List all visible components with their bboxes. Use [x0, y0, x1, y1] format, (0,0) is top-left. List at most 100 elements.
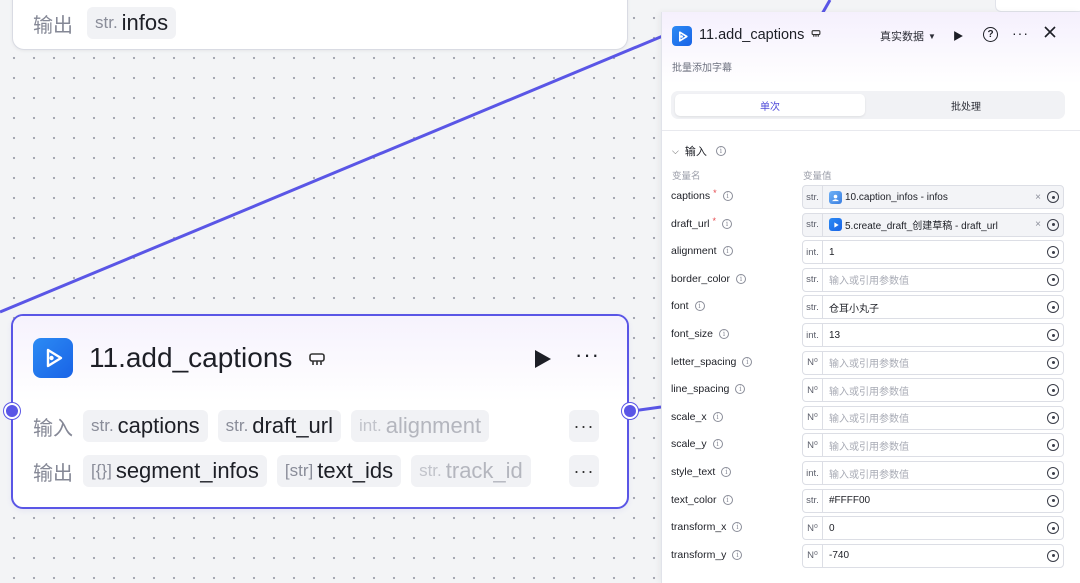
- param-input-value[interactable]: 输入或引用参数值: [823, 383, 1045, 398]
- reference-variable-icon[interactable]: [1047, 549, 1059, 562]
- reference-variable-icon[interactable]: [1047, 467, 1059, 479]
- reference-variable-icon[interactable]: [1047, 191, 1059, 203]
- param-value-text: 5.create_draft_创建草稿 - draft_url: [845, 221, 998, 233]
- info-icon[interactable]: i: [712, 439, 723, 450]
- param-value-field[interactable]: N⁰ 输入或引用参数值: [802, 378, 1064, 403]
- edge-line-top: [0, 31, 671, 314]
- param-input-value[interactable]: 0: [823, 523, 1045, 534]
- info-icon[interactable]: i: [742, 356, 753, 367]
- info-icon[interactable]: i: [712, 411, 723, 422]
- clear-icon[interactable]: ×: [1031, 192, 1045, 203]
- reference-variable-icon[interactable]: [1047, 273, 1059, 286]
- tab-single[interactable]: 单次: [675, 94, 865, 116]
- param-input-value[interactable]: 仓耳小丸子: [823, 300, 1045, 315]
- param-input-value[interactable]: 输入或引用参数值: [823, 466, 1045, 481]
- param-value-field[interactable]: N⁰ 0: [802, 516, 1064, 541]
- info-icon[interactable]: i: [719, 329, 730, 339]
- param-input-value[interactable]: #FFFF00: [823, 495, 1045, 506]
- clear-icon[interactable]: ×: [1031, 219, 1045, 230]
- input-section-toggle[interactable]: ⌵ 输入 i: [672, 143, 726, 159]
- param-value-field[interactable]: int. 1: [802, 240, 1064, 265]
- data-mode-dropdown[interactable]: 真实数据 ▼: [880, 28, 936, 44]
- panel-more-icon[interactable]: ···: [1012, 25, 1029, 41]
- param-value-text: 输入或引用参数值: [829, 414, 909, 426]
- node-add-captions[interactable]: 11.add_captions ··· 输入 str. captions str.…: [11, 314, 629, 509]
- info-icon[interactable]: i: [735, 384, 746, 395]
- run-node-icon[interactable]: [533, 348, 553, 375]
- reference-variable-icon[interactable]: [1047, 494, 1059, 507]
- info-icon[interactable]: i: [735, 273, 746, 284]
- param-input-value[interactable]: 输入或引用参数值: [823, 410, 1045, 425]
- reference-variable-icon[interactable]: [1047, 218, 1059, 231]
- param-row-transform-x: transform_x i N⁰ 0: [662, 516, 1080, 541]
- param-input-value[interactable]: 输入或引用参数值: [823, 355, 1045, 370]
- param-type-badge: str.: [803, 186, 823, 208]
- param-type-badge: int.: [803, 241, 823, 264]
- reference-variable-icon[interactable]: [1047, 356, 1059, 369]
- input-chip-captions: str. captions: [83, 410, 208, 442]
- run-icon[interactable]: [953, 29, 964, 47]
- param-value-field[interactable]: str. 10.caption_infos - infos ×: [802, 185, 1064, 209]
- node-title: 11.add_captions: [89, 342, 326, 376]
- output-label: 输出: [33, 14, 73, 37]
- help-icon[interactable]: ?: [983, 27, 998, 42]
- info-icon[interactable]: i: [732, 549, 743, 560]
- param-value-field[interactable]: int. 输入或引用参数值: [802, 461, 1064, 485]
- divider: [662, 130, 1080, 131]
- param-input-value[interactable]: 输入或引用参数值: [823, 272, 1045, 287]
- param-value-field[interactable]: N⁰ 输入或引用参数值: [802, 405, 1064, 430]
- param-value-text: 输入或引用参数值: [829, 276, 909, 288]
- input-port[interactable]: [4, 403, 20, 419]
- info-icon[interactable]: i: [722, 191, 733, 201]
- reference-variable-icon[interactable]: [1047, 411, 1059, 424]
- reference-variable-icon[interactable]: [1047, 522, 1059, 535]
- reference-variable-icon[interactable]: [1047, 329, 1059, 341]
- panel-description: 批量添加字幕: [672, 63, 732, 74]
- param-value-field[interactable]: N⁰ 输入或引用参数值: [802, 433, 1064, 458]
- reference-variable-icon[interactable]: [1047, 301, 1059, 314]
- param-value-field[interactable]: str. 5.create_draft_创建草稿 - draft_url ×: [802, 212, 1064, 237]
- info-icon[interactable]: i: [721, 467, 732, 477]
- info-icon[interactable]: i: [722, 494, 733, 505]
- info-icon[interactable]: i: [722, 246, 733, 257]
- output-chip-track-id: str. track_id: [411, 455, 531, 487]
- reference-variable-icon[interactable]: [1047, 439, 1059, 452]
- caret-down-icon: ▼: [928, 31, 936, 41]
- param-name: scale_y i: [671, 438, 723, 450]
- param-type-badge: N⁰: [803, 517, 823, 540]
- param-type-badge: int.: [803, 324, 823, 346]
- subflow-icon[interactable]: [811, 27, 821, 43]
- close-icon[interactable]: [1044, 25, 1056, 43]
- outputs-more-button[interactable]: ···: [569, 455, 599, 487]
- info-icon[interactable]: i: [722, 218, 733, 229]
- param-input-value[interactable]: 1: [823, 247, 1045, 258]
- param-type-badge: N⁰: [803, 379, 823, 402]
- param-name-label: line_spacing: [671, 383, 730, 396]
- reference-variable-icon[interactable]: [1047, 246, 1059, 259]
- param-value-field[interactable]: N⁰ -740: [802, 543, 1064, 568]
- param-row-alignment: alignment i int. 1: [662, 240, 1080, 265]
- param-name-label: scale_y: [671, 438, 707, 451]
- reference-variable-icon[interactable]: [1047, 384, 1059, 397]
- subflow-icon[interactable]: [308, 344, 326, 376]
- param-value-field[interactable]: str. 仓耳小丸子: [802, 295, 1064, 320]
- param-value-field[interactable]: str. 输入或引用参数值: [802, 267, 1064, 292]
- param-input-value[interactable]: 13: [823, 330, 1045, 341]
- param-input-value[interactable]: -740: [823, 550, 1045, 561]
- param-reference-value[interactable]: 5.create_draft_创建草稿 - draft_url: [823, 217, 1031, 232]
- info-icon[interactable]: i: [694, 301, 705, 312]
- param-reference-value[interactable]: 10.caption_infos - infos: [823, 190, 1031, 204]
- param-value-field[interactable]: int. 13: [802, 323, 1064, 347]
- info-icon[interactable]: i: [715, 146, 726, 156]
- inputs-more-button[interactable]: ···: [569, 410, 599, 442]
- required-marker: *: [713, 188, 717, 198]
- node-top-partial[interactable]: 输出 str. infos: [12, 0, 628, 50]
- param-row-text-color: text_color i str. #FFFF00: [662, 488, 1080, 513]
- param-value-field[interactable]: N⁰ 输入或引用参数值: [802, 350, 1064, 375]
- tab-batch[interactable]: 批处理: [871, 94, 1061, 116]
- node-more-icon[interactable]: ···: [575, 342, 600, 368]
- param-input-value[interactable]: 输入或引用参数值: [823, 438, 1045, 453]
- param-value-field[interactable]: str. #FFFF00: [802, 488, 1064, 513]
- info-icon[interactable]: i: [732, 522, 743, 533]
- output-port[interactable]: [622, 403, 638, 419]
